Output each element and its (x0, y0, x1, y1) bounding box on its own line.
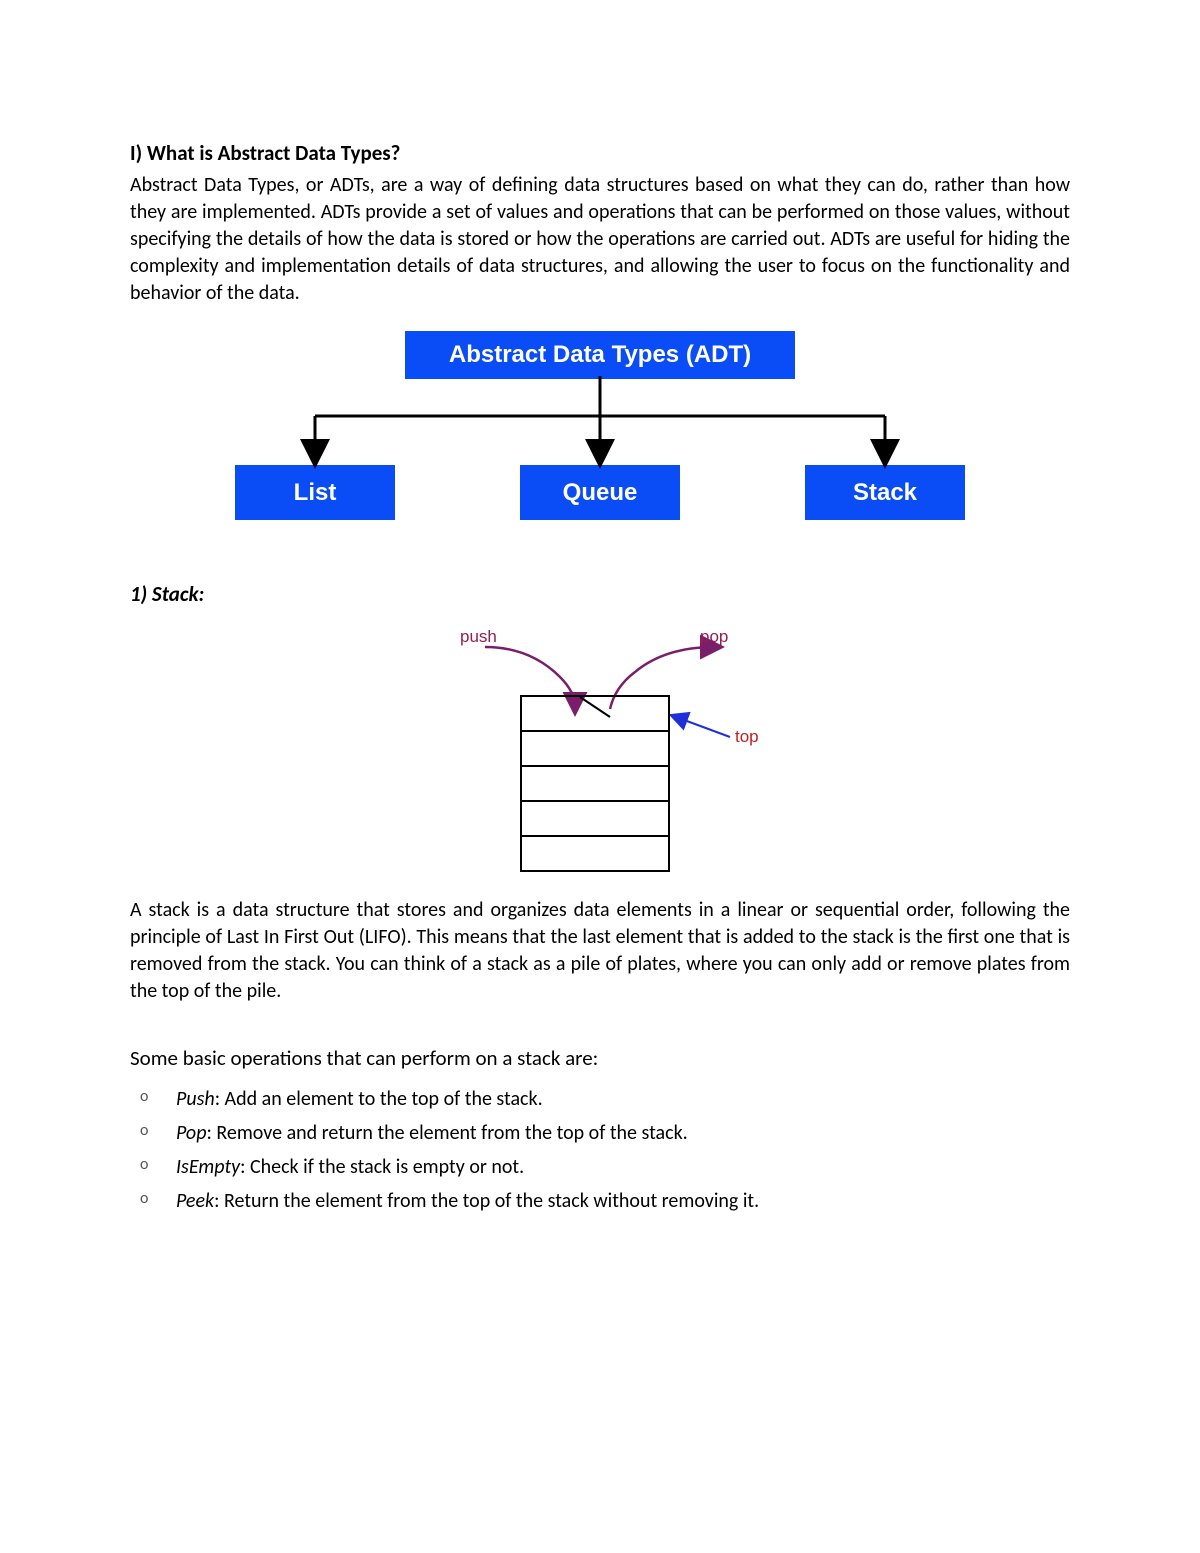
top-label: top (735, 727, 759, 747)
op-desc: : Check if the stack is empty or not. (240, 1155, 524, 1179)
document-page: I) What is Abstract Data Types? Abstract… (0, 0, 1200, 1553)
adt-root-box: Abstract Data Types (ADT) (405, 331, 795, 379)
section-paragraph: Abstract Data Types, or ADTs, are a way … (130, 172, 1070, 307)
section-heading: I) What is Abstract Data Types? (130, 140, 1070, 166)
stack-cell (520, 695, 670, 732)
adt-hierarchy-diagram: Abstract Data Types (ADT) List Queue Sta… (235, 331, 965, 531)
op-name: Pop (176, 1121, 206, 1145)
op-desc: : Return the element from the top of the… (214, 1189, 759, 1213)
stack-ops-list: Push: Add an element to the top of the s… (130, 1087, 1070, 1213)
stack-cell (520, 730, 670, 767)
stack-diagram: push pop top (420, 617, 780, 877)
stack-cell (520, 765, 670, 802)
stack-cells (520, 697, 670, 872)
stack-cell (520, 835, 670, 872)
stack-heading: 1) Stack: (130, 581, 1070, 607)
stack-cell (520, 800, 670, 837)
list-item: Pop: Remove and return the element from … (130, 1121, 1070, 1145)
stack-paragraph: A stack is a data structure that stores … (130, 897, 1070, 1005)
op-desc: : Remove and return the element from the… (206, 1121, 687, 1145)
adt-connector-icon (235, 376, 965, 476)
op-name: IsEmpty (176, 1155, 240, 1179)
op-desc: : Add an element to the top of the stack… (215, 1087, 543, 1111)
list-item: IsEmpty: Check if the stack is empty or … (130, 1155, 1070, 1179)
op-name: Push (176, 1087, 215, 1111)
stack-ops-intro: Some basic operations that can perform o… (130, 1045, 1070, 1071)
op-name: Peek (176, 1189, 214, 1213)
push-label: push (460, 627, 497, 647)
list-item: Peek: Return the element from the top of… (130, 1189, 1070, 1213)
pop-label: pop (700, 627, 728, 647)
list-item: Push: Add an element to the top of the s… (130, 1087, 1070, 1111)
